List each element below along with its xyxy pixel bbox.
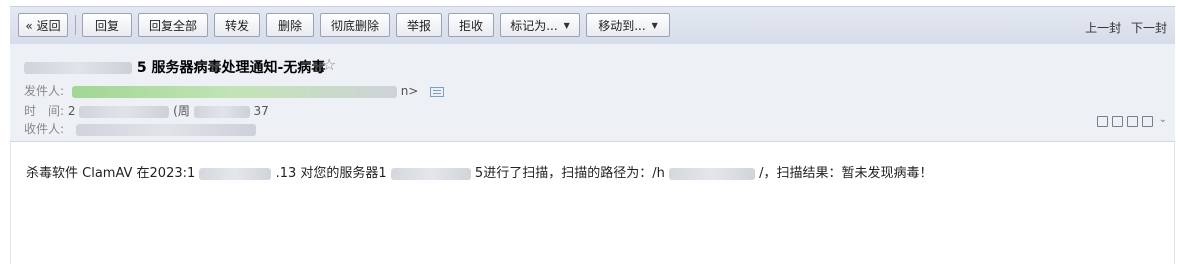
redacted-text [390, 167, 471, 180]
body-text-part: /，扫描结果：暂未发现病毒！ [759, 166, 933, 181]
move-to-dropdown[interactable]: 移动到... ▼ [586, 13, 670, 37]
caret-down-icon: ▼ [651, 20, 658, 30]
body-text-part: 杀毒软件 ClamAV 在2023:1 [26, 166, 196, 181]
previous-mail-link[interactable]: 上一封 [1085, 21, 1121, 35]
delete-permanently-button[interactable]: 彻底删除 [320, 13, 390, 37]
content-border-right [1174, 142, 1175, 264]
content-border-left [10, 142, 11, 264]
mail-header: 5 服务器病毒处理通知-无病毒 ☆ 发件人: n> 时 间: 2 (周 37 收… [10, 44, 1175, 142]
chevron-down-icon[interactable]: ⌄ [1159, 114, 1167, 125]
mail-navigation: 上一封 下一封 [1079, 19, 1167, 36]
mail-toolbar: « 返回 回复 回复全部 转发 删除 彻底删除 举报 拒收 标记为... ▼ 移… [10, 6, 1175, 44]
sender-label: 发件人: [24, 84, 65, 98]
redacted-time [193, 105, 250, 118]
print-icon[interactable] [1142, 116, 1153, 127]
time-value-start: 2 [67, 104, 76, 118]
redacted-time [79, 105, 170, 118]
contact-card-icon[interactable] [430, 86, 445, 97]
download-icon[interactable] [1127, 116, 1138, 127]
time-row: 时 间: 2 (周 37 [24, 102, 269, 119]
reply-all-button[interactable]: 回复全部 [138, 13, 208, 37]
body-text-part: 5进行了扫描，扫描的路径为：/h [474, 166, 665, 181]
redacted-text [24, 62, 132, 74]
forward-button[interactable]: 转发 [214, 13, 260, 37]
time-value-end: 37 [253, 104, 269, 118]
mark-as-dropdown[interactable]: 标记为... ▼ [500, 13, 580, 37]
mail-reader: « 返回 回复 回复全部 转发 删除 彻底删除 举报 拒收 标记为... ▼ 移… [0, 0, 1180, 264]
redacted-text [668, 167, 755, 180]
mail-body: 杀毒软件 ClamAV 在2023:1 .13 对您的服务器1 5进行了扫描，扫… [26, 162, 932, 181]
move-to-label: 移动到... [598, 18, 646, 33]
mail-subject: 5 服务器病毒处理通知-无病毒 [24, 57, 325, 77]
sender-address-tail: n> [400, 84, 419, 98]
redacted-text [199, 167, 272, 180]
back-button[interactable]: « 返回 [18, 13, 68, 37]
open-in-new-window-icon[interactable] [1097, 116, 1108, 127]
next-mail-link[interactable]: 下一封 [1131, 21, 1167, 35]
sender-row: 发件人: n> [24, 82, 445, 99]
time-weekday: (周 [173, 104, 190, 118]
reject-button[interactable]: 拒收 [448, 13, 494, 37]
body-text-part: .13 对您的服务器1 [275, 166, 387, 181]
time-label: 时 间: [24, 104, 65, 118]
reply-button[interactable]: 回复 [82, 13, 132, 37]
header-tool-icons [1097, 116, 1153, 127]
redacted-sender [71, 85, 397, 98]
mark-as-label: 标记为... [510, 18, 558, 33]
recipient-label: 收件人: [24, 122, 65, 136]
delete-button[interactable]: 删除 [266, 13, 314, 37]
star-icon[interactable]: ☆ [322, 55, 336, 74]
view-source-icon[interactable] [1112, 116, 1123, 127]
toolbar-divider [75, 15, 76, 35]
recipient-row: 收件人: [24, 120, 256, 137]
subject-text: 5 服务器病毒处理通知-无病毒 [136, 60, 326, 76]
redacted-recipient [75, 123, 256, 136]
report-button[interactable]: 举报 [396, 13, 442, 37]
caret-down-icon: ▼ [563, 20, 570, 30]
